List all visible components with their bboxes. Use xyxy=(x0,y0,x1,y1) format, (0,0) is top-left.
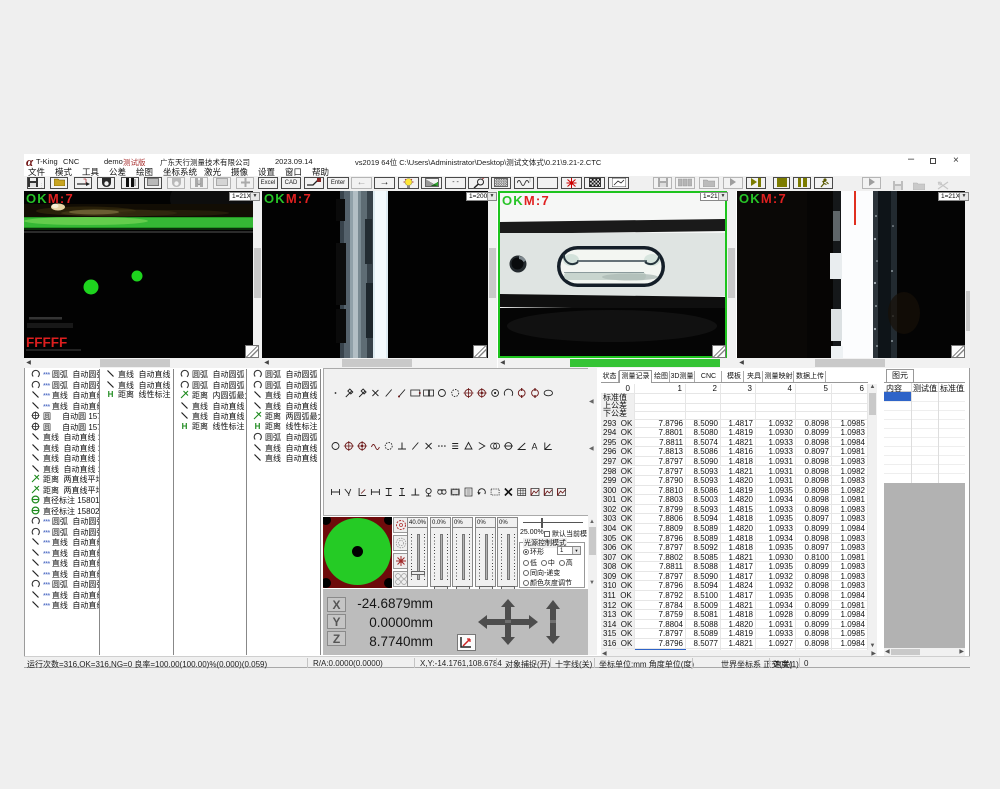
svg-text:A: A xyxy=(532,442,538,452)
svg-text:FFFFF: FFFFF xyxy=(26,335,67,350)
